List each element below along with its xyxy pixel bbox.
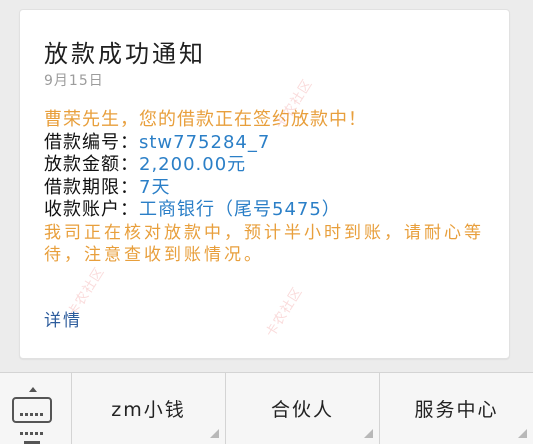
menu-item-service-center[interactable]: 服务中心	[380, 373, 533, 444]
field-value: 7天	[139, 176, 171, 198]
submenu-corner-icon	[210, 429, 219, 438]
field-label: 放款金额：	[44, 154, 139, 175]
field-label: 借款期限：	[44, 176, 139, 198]
menu-item-label: zm小钱	[111, 399, 186, 421]
field-loan-term: 借款期限：7天	[44, 177, 494, 200]
watermark-text: 卡农社区	[263, 284, 306, 341]
arrow-up-icon	[29, 387, 37, 392]
menu-item-label: 服务中心	[414, 399, 499, 421]
field-label: 借款编号：	[44, 131, 139, 153]
message-date: 9月15日	[44, 73, 104, 89]
message-title: 放款成功通知	[44, 40, 206, 68]
field-value: stw775284_7	[139, 131, 271, 153]
field-value: 工商银行（尾号5475）	[139, 199, 341, 220]
message-body: 曹荣先生，您的借款正在签约放款中！ 借款编号：stw775284_7 放款金额：…	[44, 109, 494, 267]
message-card: 放款成功通知 9月15日 曹荣先生，您的借款正在签约放款中！ 借款编号：stw7…	[19, 9, 510, 359]
submenu-corner-icon	[364, 429, 373, 438]
menu-item-zm-xiaoqian[interactable]: zm小钱	[72, 373, 226, 444]
field-value: 2,200.00元	[139, 154, 247, 175]
menu-item-partner[interactable]: 合伙人	[226, 373, 380, 444]
field-label: 收款账户：	[44, 199, 139, 220]
keyboard-toggle-button[interactable]	[0, 373, 72, 444]
bottom-menu-bar: zm小钱 合伙人 服务中心	[0, 372, 533, 444]
field-loan-number: 借款编号：stw775284_7	[44, 132, 494, 155]
submenu-corner-icon	[518, 429, 527, 438]
menu-item-label: 合伙人	[270, 399, 334, 421]
field-receiving-account: 收款账户：工商银行（尾号5475）	[44, 199, 494, 222]
keyboard-icon	[12, 397, 52, 444]
detail-link[interactable]: 详情	[44, 310, 82, 332]
greeting-line: 曹荣先生，您的借款正在签约放款中！	[44, 109, 367, 130]
notice-text: 我司正在核对放款中，预计半小时到账，请耐心等待，注意查收到账情况。	[44, 222, 484, 266]
field-loan-amount: 放款金额：2,200.00元	[44, 154, 494, 177]
